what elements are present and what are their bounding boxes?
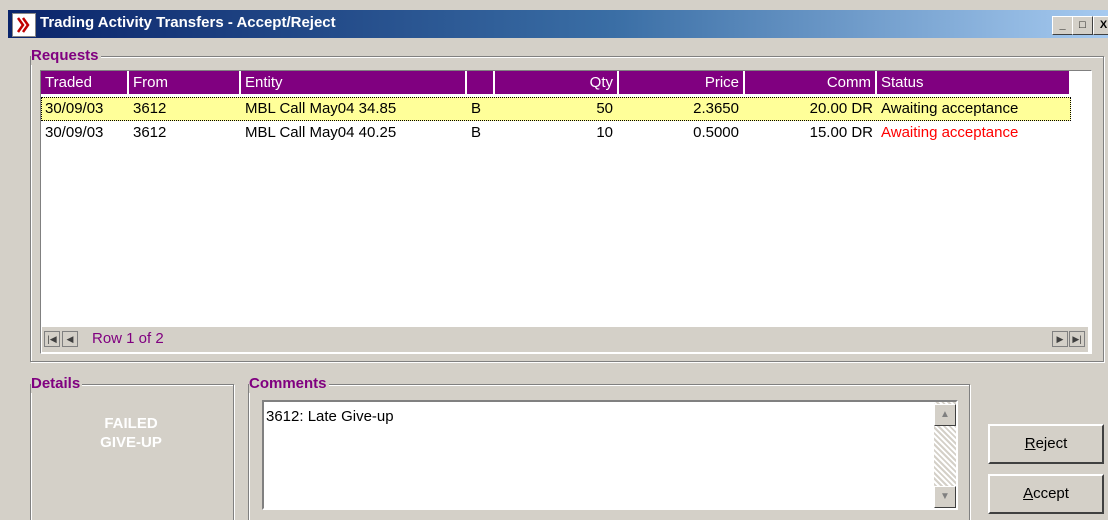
column-header-comm[interactable]: Comm <box>745 71 877 94</box>
reject-button[interactable]: Reject <box>988 424 1104 464</box>
window-title: Trading Activity Transfers - Accept/Reje… <box>40 14 336 31</box>
title-bar[interactable]: Trading Activity Transfers - Accept/Reje… <box>8 10 1108 38</box>
cell-side: B <box>471 100 482 117</box>
details-group: Details <box>30 375 234 520</box>
accept-label: ccept <box>1033 485 1069 502</box>
details-line-2: GIVE-UP <box>100 434 162 451</box>
next-record-icon[interactable]: ▶ <box>1052 331 1068 347</box>
details-group-label: Details <box>31 375 83 393</box>
previous-record-icon[interactable]: ◀ <box>62 331 78 347</box>
column-header-side[interactable] <box>467 71 495 94</box>
cell-from: 3612 <box>133 100 167 117</box>
comments-group-label: Comments <box>249 375 329 393</box>
cell-status: Awaiting acceptance <box>881 124 1019 141</box>
requests-group-label: Requests <box>31 47 101 65</box>
column-header-traded[interactable]: Traded <box>41 71 129 94</box>
table-row[interactable]: 30/09/03 3612 MBL Call May04 34.85 B 50 … <box>41 97 1071 121</box>
comments-textarea[interactable]: 3612: Late Give-up ▲ ▼ <box>262 400 958 510</box>
grid-header: Traded From Entity Qty Price Comm Status <box>41 71 1091 96</box>
column-header-qty[interactable]: Qty <box>495 71 619 94</box>
row-position-text: Row 1 of 2 <box>92 330 164 347</box>
cell-price: 0.5000 <box>693 124 739 141</box>
comments-text: 3612: Late Give-up <box>266 408 394 425</box>
cell-traded: 30/09/03 <box>45 124 104 141</box>
minimize-button[interactable]: _ <box>1052 16 1073 35</box>
maximize-button[interactable]: □ <box>1072 16 1093 35</box>
accept-button[interactable]: Accept <box>988 474 1104 514</box>
reject-accelerator: R <box>1024 435 1036 452</box>
cell-price: 2.3650 <box>693 100 739 117</box>
column-header-entity[interactable]: Entity <box>241 71 467 94</box>
cell-from: 3612 <box>133 124 167 141</box>
close-button[interactable]: X <box>1093 16 1108 35</box>
scroll-up-icon[interactable]: ▲ <box>934 404 956 426</box>
cell-status: Awaiting acceptance <box>881 100 1019 117</box>
cell-qty: 10 <box>596 124 613 141</box>
column-header-status[interactable]: Status <box>877 71 1071 94</box>
reject-label: eject <box>1035 435 1068 452</box>
table-row[interactable]: 30/09/03 3612 MBL Call May04 40.25 B 10 … <box>41 121 1071 145</box>
column-header-from[interactable]: From <box>129 71 241 94</box>
cell-qty: 50 <box>596 100 613 117</box>
cell-traded: 30/09/03 <box>45 100 104 117</box>
app-logo-icon <box>12 13 36 37</box>
cell-entity: MBL Call May04 34.85 <box>245 100 397 117</box>
last-record-icon[interactable]: ▶| <box>1069 331 1085 347</box>
scroll-down-icon[interactable]: ▼ <box>934 486 956 508</box>
cell-comm: 15.00 DR <box>809 124 873 141</box>
cell-side: B <box>471 124 482 141</box>
comments-scrollbar[interactable]: ▲ ▼ <box>934 402 956 508</box>
accept-accelerator: A <box>1023 485 1034 502</box>
requests-grid[interactable]: Traded From Entity Qty Price Comm Status… <box>40 70 1092 354</box>
first-record-icon[interactable]: |◀ <box>44 331 60 347</box>
details-line-1: FAILED <box>104 415 158 432</box>
cell-entity: MBL Call May04 40.25 <box>245 124 397 141</box>
column-header-price[interactable]: Price <box>619 71 745 94</box>
cell-comm: 20.00 DR <box>809 100 873 117</box>
accept-reject-window: Trading Activity Transfers - Accept/Reje… <box>0 0 1108 520</box>
record-navigator: |◀ ◀ Row 1 of 2 ▶ ▶| <box>42 326 1088 352</box>
